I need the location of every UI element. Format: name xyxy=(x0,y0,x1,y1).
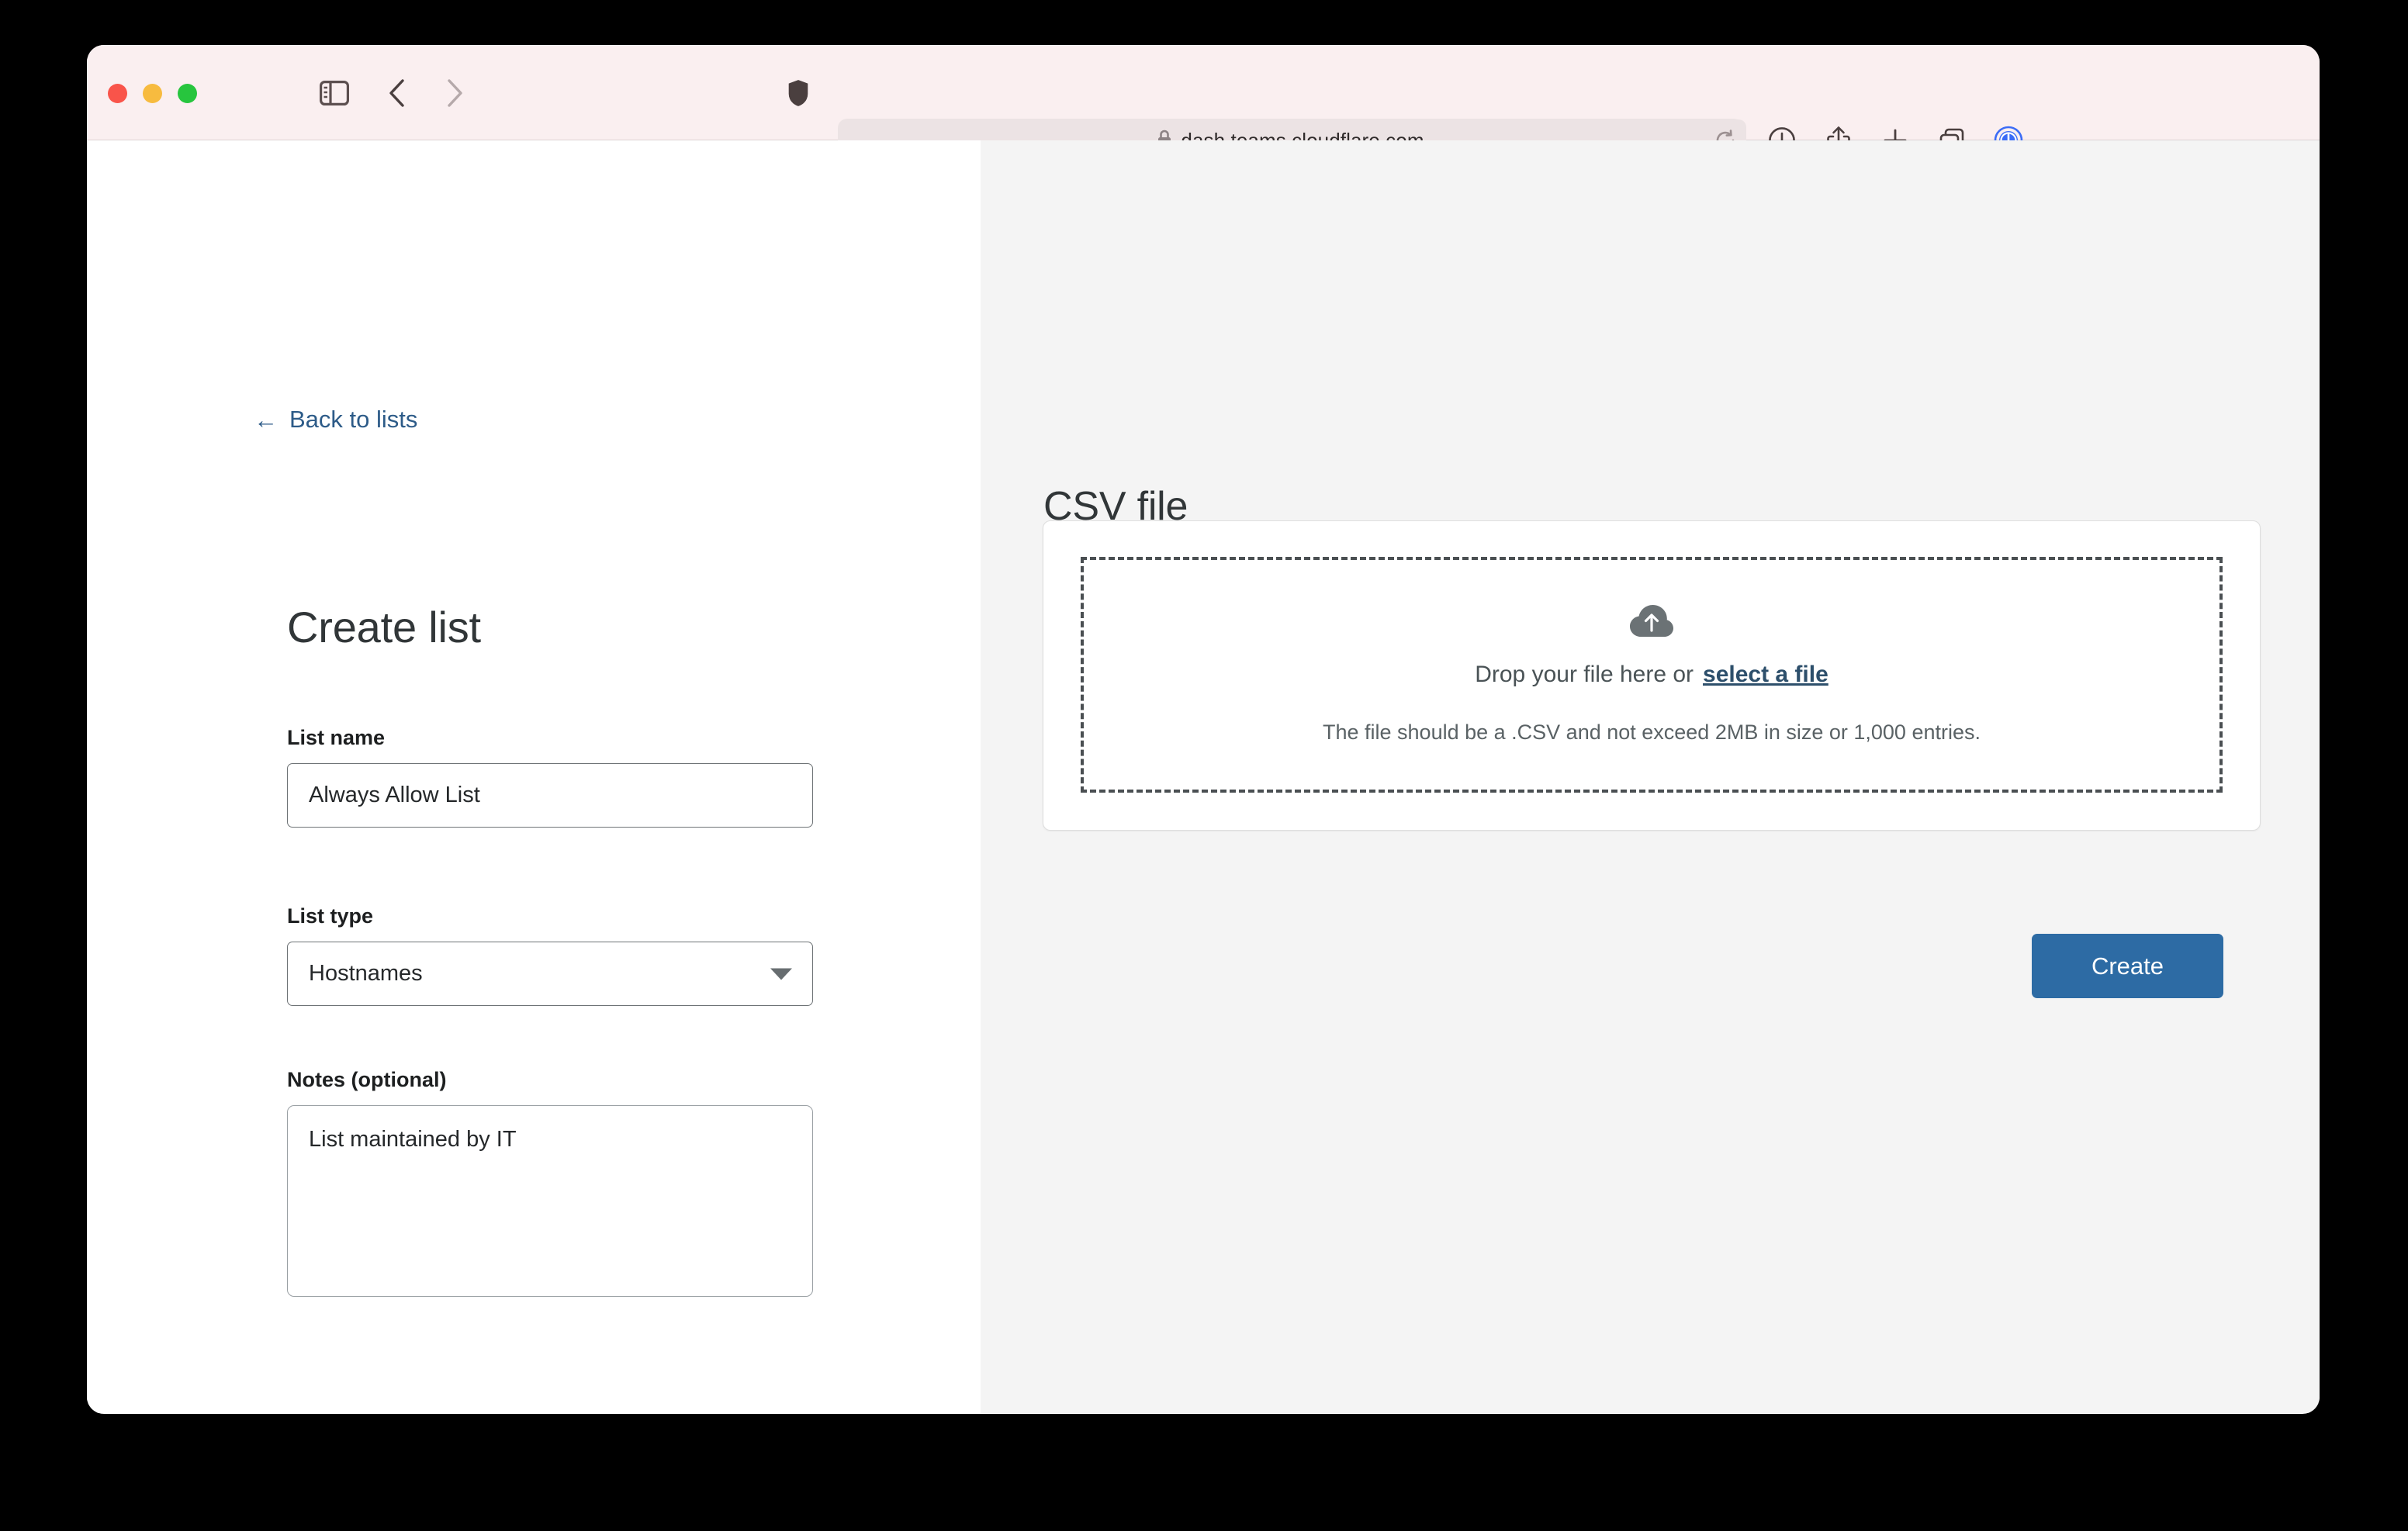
back-arrow-icon: ← xyxy=(254,406,278,434)
close-window-button[interactable] xyxy=(108,84,127,103)
page-title: Create list xyxy=(287,603,481,651)
forward-arrow-icon[interactable] xyxy=(438,76,472,110)
list-name-input[interactable] xyxy=(287,763,813,828)
shield-icon[interactable] xyxy=(781,76,815,110)
list-type-field-group: List type Hostnames xyxy=(287,904,813,1006)
minimize-window-button[interactable] xyxy=(143,84,162,103)
page-content: ← Back to lists Create list List name Li… xyxy=(87,140,2320,1413)
list-name-label: List name xyxy=(287,726,386,749)
chevron-down-icon[interactable] xyxy=(770,968,792,980)
dropzone-hint-text: The file should be a .CSV and not exceed… xyxy=(1323,721,1981,744)
sidebar-toggle-icon[interactable] xyxy=(316,76,353,110)
list-type-label: List type xyxy=(287,904,374,928)
file-dropzone[interactable]: Drop your file here or select a file The… xyxy=(1081,557,2223,793)
browser-toolbar: dash.teams.cloudflare.com xyxy=(87,45,2320,163)
notes-label: Notes (optional) xyxy=(287,1068,447,1091)
browser-window: dash.teams.cloudflare.com xyxy=(87,45,2320,1414)
create-button[interactable]: Create xyxy=(2032,934,2223,998)
create-list-form-panel: ← Back to lists Create list List name Li… xyxy=(87,140,981,1413)
list-name-field-group: List name xyxy=(287,726,813,828)
select-a-file-link[interactable]: select a file xyxy=(1703,662,1828,688)
back-to-lists-label: Back to lists xyxy=(289,406,418,433)
csv-upload-card: Drop your file here or select a file The… xyxy=(1043,520,2261,831)
list-type-selected-value: Hostnames xyxy=(309,961,423,986)
cloud-upload-icon xyxy=(1630,605,1673,643)
notes-field-group: Notes (optional) xyxy=(287,1068,813,1301)
zoom-window-button[interactable] xyxy=(178,84,197,103)
back-arrow-icon[interactable] xyxy=(380,76,414,110)
csv-upload-panel: CSV file Drop your file here or select a… xyxy=(981,140,2320,1413)
dropzone-main-text: Drop your file here or xyxy=(1475,662,1694,687)
back-to-lists-link[interactable]: ← Back to lists xyxy=(254,406,417,434)
notes-textarea[interactable] xyxy=(287,1105,813,1297)
list-type-select[interactable]: Hostnames xyxy=(287,942,813,1006)
list-type-select-wrapper: Hostnames xyxy=(287,942,813,1006)
traffic-lights xyxy=(108,84,197,103)
dropzone-main-text-row: Drop your file here or select a file xyxy=(1475,662,1828,688)
